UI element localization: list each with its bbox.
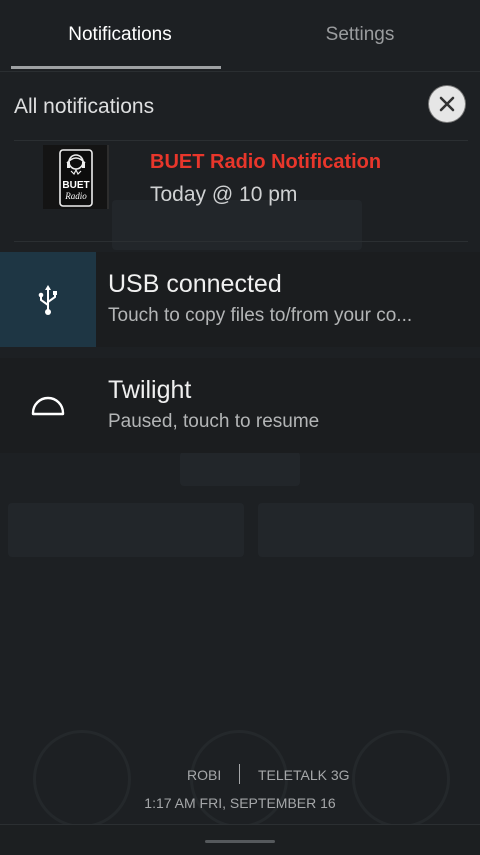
usb-icon: [38, 284, 57, 315]
buet-radio-logo: BUET Radio: [43, 145, 109, 209]
divider: [14, 241, 468, 242]
logo-text: Radio: [64, 191, 87, 201]
carrier-sim2: TELETALK 3G: [258, 767, 350, 783]
tab-notifications[interactable]: Notifications: [0, 24, 240, 46]
buet-radio-notification[interactable]: BUET Radio BUET Radio Notification Today…: [0, 141, 480, 241]
notification-text: Paused, touch to resume: [108, 411, 320, 432]
tab-settings[interactable]: Settings: [240, 24, 480, 46]
carrier-info: ROBI TELETALK 3G: [0, 764, 480, 786]
twilight-icon: [31, 396, 65, 415]
ghost-button: [8, 503, 244, 557]
notification-text: Today @ 10 pm: [150, 183, 298, 206]
shade-tabs: Notifications Settings: [0, 0, 480, 72]
buet-radio-icon: BUET Radio: [59, 149, 93, 207]
all-notifications-title: All notifications: [14, 95, 155, 118]
ghost-button: [258, 503, 474, 557]
close-icon: [439, 96, 455, 112]
carrier-sim1: ROBI: [187, 767, 222, 783]
notification-title: Twilight: [108, 376, 192, 404]
drag-handle[interactable]: [205, 840, 275, 843]
usb-icon-box: [0, 252, 96, 347]
usb-connected-notification[interactable]: USB connected Touch to copy files to/fro…: [0, 252, 480, 347]
notification-text: Touch to copy files to/from your co...: [108, 305, 413, 326]
date-time: 1:17 AM FRI, SEPTEMBER 16: [144, 795, 336, 811]
logo-text: BUET: [62, 180, 89, 191]
ghost-button: [180, 452, 300, 486]
tab-indicator: [11, 66, 221, 69]
divider: [239, 764, 240, 784]
notification-title: BUET Radio Notification: [150, 151, 382, 173]
notification-title: USB connected: [108, 270, 282, 298]
clear-all-button[interactable]: [429, 86, 465, 122]
twilight-icon-box: [0, 358, 96, 453]
notifications-header: All notifications: [0, 72, 480, 140]
twilight-notification[interactable]: Twilight Paused, touch to resume: [0, 358, 480, 453]
